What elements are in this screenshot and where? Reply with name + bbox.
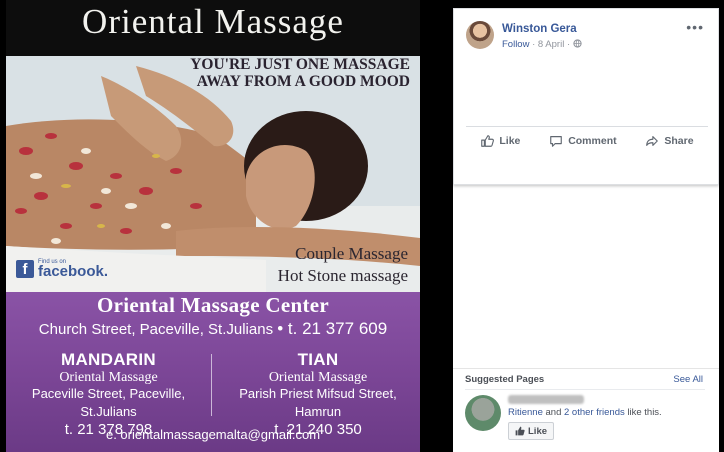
branch-subtitle: Oriental Massage xyxy=(59,370,158,385)
branch-divider xyxy=(211,354,212,416)
friends-like-line: Ritienne and 2 other friends like this. xyxy=(508,407,662,418)
branch-subtitle: Oriental Massage xyxy=(268,370,368,385)
screen: Oriental Massage YOU'RE JUST ONE MASSAGE… xyxy=(0,0,724,452)
tagline-line1: YOU'RE JUST ONE MASSAGE xyxy=(190,56,410,73)
see-all-link[interactable]: See All xyxy=(673,374,703,385)
branch-address: Parish Priest Mifsud Street, Hamrun xyxy=(239,386,397,419)
center-email: e. orientalmassagemalta@gmail.com xyxy=(105,427,321,442)
follow-link[interactable]: Follow xyxy=(502,39,529,50)
service-couple: Couple Massage xyxy=(295,244,408,263)
share-button[interactable]: Share xyxy=(645,134,694,148)
other-friends-link[interactable]: 2 other friends xyxy=(564,407,625,418)
facebook-badge: f Find us on facebook. xyxy=(16,259,109,280)
comment-button[interactable]: Comment xyxy=(549,134,617,148)
flyer-tagline: YOU'RE JUST ONE MASSAGE AWAY FROM A GOOD… xyxy=(190,56,410,90)
globe-icon xyxy=(573,39,582,50)
post-sidebar: Winston Gera Follow · 8 April · ••• Like… xyxy=(453,8,719,452)
like-page-button[interactable]: Like xyxy=(508,422,555,440)
flyer-title: Oriental Massage xyxy=(82,2,344,41)
branch-mandarin: MANDARIN Oriental Massage Paceville Stre… xyxy=(6,350,211,438)
service-hot-stone: Hot Stone massage xyxy=(277,266,408,285)
center-address: Church Street, Paceville, St.Julians xyxy=(38,321,274,338)
branch-tian: TIAN Oriental Massage Parish Priest Mifs… xyxy=(216,350,420,438)
contact-panel: Oriental Massage Center Church Street, P… xyxy=(6,292,420,452)
like-label: Like xyxy=(499,134,521,147)
thumbs-up-icon xyxy=(515,426,525,436)
share-label: Share xyxy=(664,134,694,147)
thumbs-up-icon xyxy=(481,134,495,147)
center-name: Oriental Massage Center xyxy=(96,293,329,317)
tagline-line2: AWAY FROM A GOOD MOOD xyxy=(196,73,410,90)
author-name[interactable]: Winston Gera xyxy=(502,23,577,35)
facebook-logo-icon: f xyxy=(16,259,34,278)
post-photo[interactable]: Oriental Massage YOU'RE JUST ONE MASSAGE… xyxy=(6,0,420,452)
post-actions: Like Comment Share xyxy=(466,126,708,150)
suggested-pages-title: Suggested Pages xyxy=(465,374,545,385)
friend-name-link[interactable]: Ritienne xyxy=(508,407,543,418)
branch-name: MANDARIN xyxy=(61,350,156,369)
and-text: and xyxy=(542,407,564,418)
services-list: Couple Massage Hot Stone massage xyxy=(278,243,408,287)
branch-address: Paceville Street, Paceville, St.Julians xyxy=(31,386,186,419)
facebook-wordmark: facebook. xyxy=(38,263,109,280)
post-card: Winston Gera Follow · 8 April · ••• Like… xyxy=(453,8,719,185)
like-this-text: like this. xyxy=(624,407,662,418)
center-address-line: Church Street, Paceville, St.Julians • t… xyxy=(6,319,420,339)
branch-name: TIAN xyxy=(297,350,339,369)
post-meta: Follow · 8 April · xyxy=(502,39,582,50)
like-page-label: Like xyxy=(528,425,548,437)
comment-label: Comment xyxy=(568,134,617,147)
more-options-icon[interactable]: ••• xyxy=(686,19,704,35)
comment-icon xyxy=(550,135,563,147)
suggested-pages: Suggested Pages See All Ritienne and 2 o… xyxy=(453,368,719,452)
massage-photo: YOU'RE JUST ONE MASSAGE AWAY FROM A GOOD… xyxy=(6,56,420,292)
post-date[interactable]: · 8 April · xyxy=(532,39,570,50)
suggested-divider xyxy=(465,389,705,390)
suggested-page-name-redacted[interactable] xyxy=(508,395,584,404)
like-button[interactable]: Like xyxy=(480,134,520,148)
share-icon xyxy=(646,135,659,146)
author-avatar[interactable] xyxy=(466,21,494,49)
suggested-page-avatar[interactable] xyxy=(465,395,501,431)
center-phone: • t. 21 377 609 xyxy=(277,319,388,338)
